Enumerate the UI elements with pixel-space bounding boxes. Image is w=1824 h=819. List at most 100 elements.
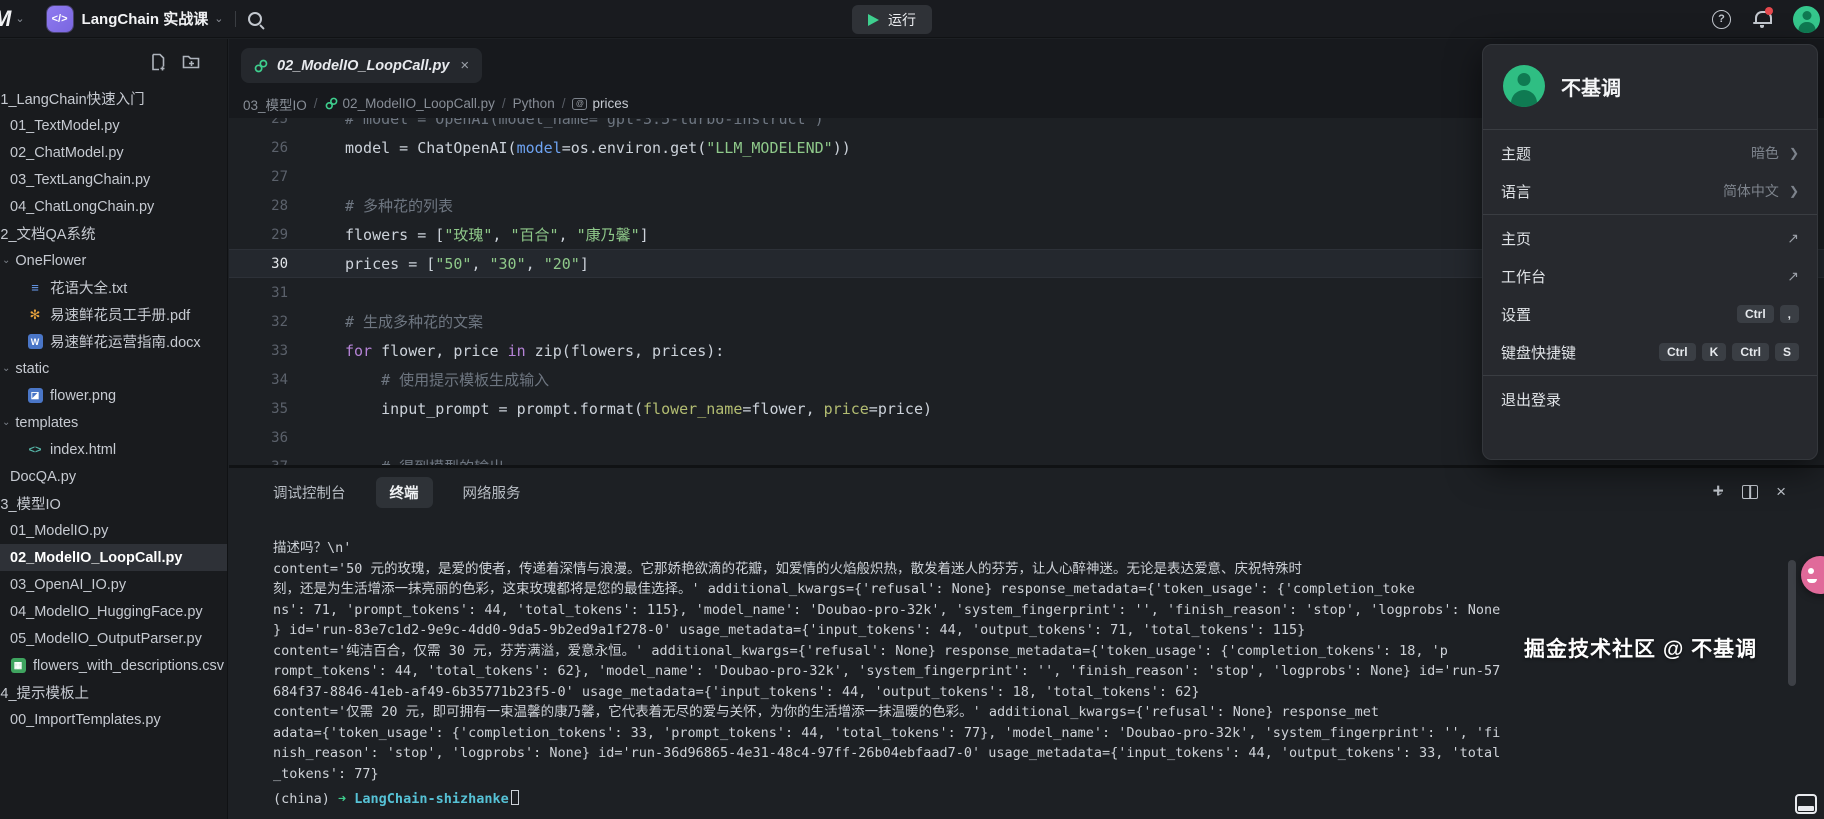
tree-item-label: DocQA.py (10, 469, 76, 485)
split-panel-icon[interactable] (1742, 485, 1758, 499)
tree-item[interactable]: ≡花语大全.txt (0, 274, 227, 301)
tree-item[interactable]: ⌄ OneFlower (0, 247, 227, 274)
code-text: flowers = ["玫瑰", "百合", "康乃馨"] (315, 224, 649, 245)
menu-divider (1483, 214, 1817, 215)
terminal-line: 刻，还是为生活增添一抹亮丽的色彩，这束玫瑰都将是您的最佳选择。' additio… (273, 579, 1786, 600)
tree-item[interactable]: 02_ChatModel.py (0, 139, 227, 166)
file-explorer-sidebar: ⌄1_LangChain快速入门01_TextModel.py02_ChatMo… (0, 39, 228, 819)
menu-divider (1483, 129, 1817, 130)
project-chevron-down-icon[interactable]: ⌄ (214, 12, 223, 25)
tree-item-label: 00_ImportTemplates.py (10, 712, 161, 728)
top-bar: M ⌄ </> LangChain 实战课 ⌄ 运行 ? (0, 0, 1824, 38)
menu-divider (1483, 375, 1817, 376)
tree-item[interactable]: DocQA.py (0, 463, 227, 490)
tree-item[interactable]: ⌄static (0, 355, 227, 382)
new-file-icon[interactable] (150, 53, 167, 71)
external-link-icon: ↗ (1787, 268, 1799, 285)
tree-item[interactable]: ▦flowers_with_descriptions.csv (0, 652, 227, 679)
tree-item-label: 易速鲜花运营指南.docx (50, 331, 201, 352)
toggle-panel-icon[interactable] (1795, 794, 1817, 814)
external-link-icon: ↗ (1787, 230, 1799, 247)
tree-item[interactable]: 04_ChatLongChain.py (0, 193, 227, 220)
tree-item[interactable]: 05_ModelIO_OutputParser.py (0, 625, 227, 652)
help-icon[interactable]: ? (1712, 10, 1731, 29)
panel-tab[interactable]: 网络服务 (463, 477, 521, 508)
menu-item-label: 工作台 (1501, 266, 1787, 287)
terminal-line: _tokens': 77} (273, 764, 1786, 785)
notifications-bell-icon[interactable] (1753, 10, 1771, 28)
menu-item[interactable]: 键盘快捷键CtrlKCtrlS (1483, 333, 1817, 371)
line-number: 26 (229, 140, 315, 156)
pdf-file-icon: ✻ (27, 307, 43, 323)
tab-close-icon[interactable]: × (460, 57, 469, 74)
user-menu-header: 不基调 (1483, 45, 1817, 125)
new-folder-icon[interactable] (182, 53, 201, 70)
watermark: 掘金技术社区 @ 不基调 (1524, 633, 1757, 663)
breadcrumb-item[interactable]: @prices (572, 96, 628, 111)
tab-title: 02_ModelIO_LoopCall.py (277, 58, 449, 74)
breadcrumb-item[interactable]: 02_ModelIO_LoopCall.py (325, 96, 495, 111)
keycap: Ctrl (1737, 305, 1774, 323)
menu-item-label: 主页 (1501, 228, 1787, 249)
tree-item[interactable]: 03_TextLangChain.py (0, 166, 227, 193)
terminal-line: 描述吗？\n' (273, 538, 1786, 559)
terminal-line: adata={'token_usage': {'completion_token… (273, 723, 1786, 744)
terminal-dropdown-chevron-icon[interactable]: ⌄ (1716, 487, 1724, 498)
panel-tab[interactable]: 调试控制台 (273, 477, 346, 508)
code-text: # model = OpenAI(model_name="gpt-3.5-tur… (315, 118, 824, 128)
terminal-line: content='仅需 20 元，即可拥有一束温馨的康乃馨，它代表着无尽的爱与关… (273, 702, 1786, 723)
tree-item[interactable]: 02_ModelIO_LoopCall.py (0, 544, 227, 571)
tree-item-label: 1_LangChain快速入门 (0, 88, 144, 109)
menu-item[interactable]: 主页↗ (1483, 219, 1817, 257)
tree-item[interactable]: ⌄4_提示模板上 (0, 679, 214, 706)
tree-item-label: OneFlower (15, 253, 86, 269)
menu-item-label: 设置 (1501, 304, 1737, 325)
tree-item[interactable]: ⌄2_文档QA系统 (0, 220, 214, 247)
run-label: 运行 (888, 10, 916, 30)
tree-item[interactable]: W 易速鲜花运营指南.docx (0, 328, 227, 355)
tree-item[interactable]: ⌄templates (0, 409, 227, 436)
tree-item[interactable]: ⌄3_模型IO (0, 490, 214, 517)
breadcrumb-label: prices (592, 96, 628, 111)
code-text: model = ChatOpenAI(model=os.environ.get(… (315, 139, 851, 157)
tree-item[interactable]: ◪flower.png (0, 382, 227, 409)
user-avatar[interactable] (1793, 6, 1820, 33)
tree-item[interactable]: 00_ImportTemplates.py (0, 706, 227, 733)
user-menu: 不基调 主题暗色❯语言简体中文❯主页↗工作台↗设置Ctrl,键盘快捷键CtrlK… (1482, 44, 1818, 460)
menu-item[interactable]: 退出登录 (1483, 380, 1817, 418)
html-file-icon: <> (27, 442, 43, 458)
code-text: prices = ["50", "30", "20"] (315, 255, 589, 273)
menu-item[interactable]: 主题暗色❯ (1483, 134, 1817, 172)
folder-chevron-icon: ⌄ (2, 255, 10, 266)
search-icon[interactable] (248, 12, 262, 26)
tree-item[interactable]: <>index.html (0, 436, 227, 463)
menu-item[interactable]: 工作台↗ (1483, 257, 1817, 295)
editor-tab[interactable]: 02_ModelIO_LoopCall.py × (241, 48, 482, 83)
tree-item[interactable]: 03_OpenAI_IO.py (0, 571, 227, 598)
close-panel-icon[interactable]: × (1776, 482, 1786, 502)
run-button[interactable]: 运行 (852, 5, 932, 34)
project-title[interactable]: LangChain 实战课 (82, 8, 209, 29)
tree-item[interactable]: 01_ModelIO.py (0, 517, 227, 544)
breadcrumb-item[interactable]: 03_模型IO (243, 94, 307, 114)
keycap: Ctrl (1659, 343, 1696, 361)
tree-item[interactable]: 04_ModelIO_HuggingFace.py (0, 598, 227, 625)
docx-file-icon: W (27, 334, 43, 350)
tree-item-label: 03_TextLangChain.py (10, 172, 150, 188)
notification-dot (1765, 7, 1773, 15)
terminal-scrollbar-thumb[interactable] (1788, 560, 1796, 686)
terminal-prompt[interactable]: (china) ➜ LangChain-shizhanke (273, 789, 1786, 810)
breadcrumb-item[interactable]: Python (513, 96, 555, 111)
terminal-output[interactable]: 描述吗？\n'content='50 元的玫瑰，是爱的使者，传递着深情与浪漫。它… (273, 516, 1786, 819)
tree-item[interactable]: ✻易速鲜花员工手册.pdf (0, 301, 227, 328)
menu-item[interactable]: 设置Ctrl, (1483, 295, 1817, 333)
menu-item[interactable]: 语言简体中文❯ (1483, 172, 1817, 210)
tree-item-label: 01_ModelIO.py (10, 523, 108, 539)
line-number: 27 (229, 169, 315, 185)
tree-item[interactable]: ⌄1_LangChain快速入门 (0, 85, 214, 112)
line-number: 35 (229, 401, 315, 417)
tree-item[interactable]: 01_TextModel.py (0, 112, 227, 139)
logo-chevron-down-icon[interactable]: ⌄ (15, 12, 24, 25)
menu-item-label: 键盘快捷键 (1501, 342, 1659, 363)
panel-tab[interactable]: 终端 (376, 477, 433, 508)
